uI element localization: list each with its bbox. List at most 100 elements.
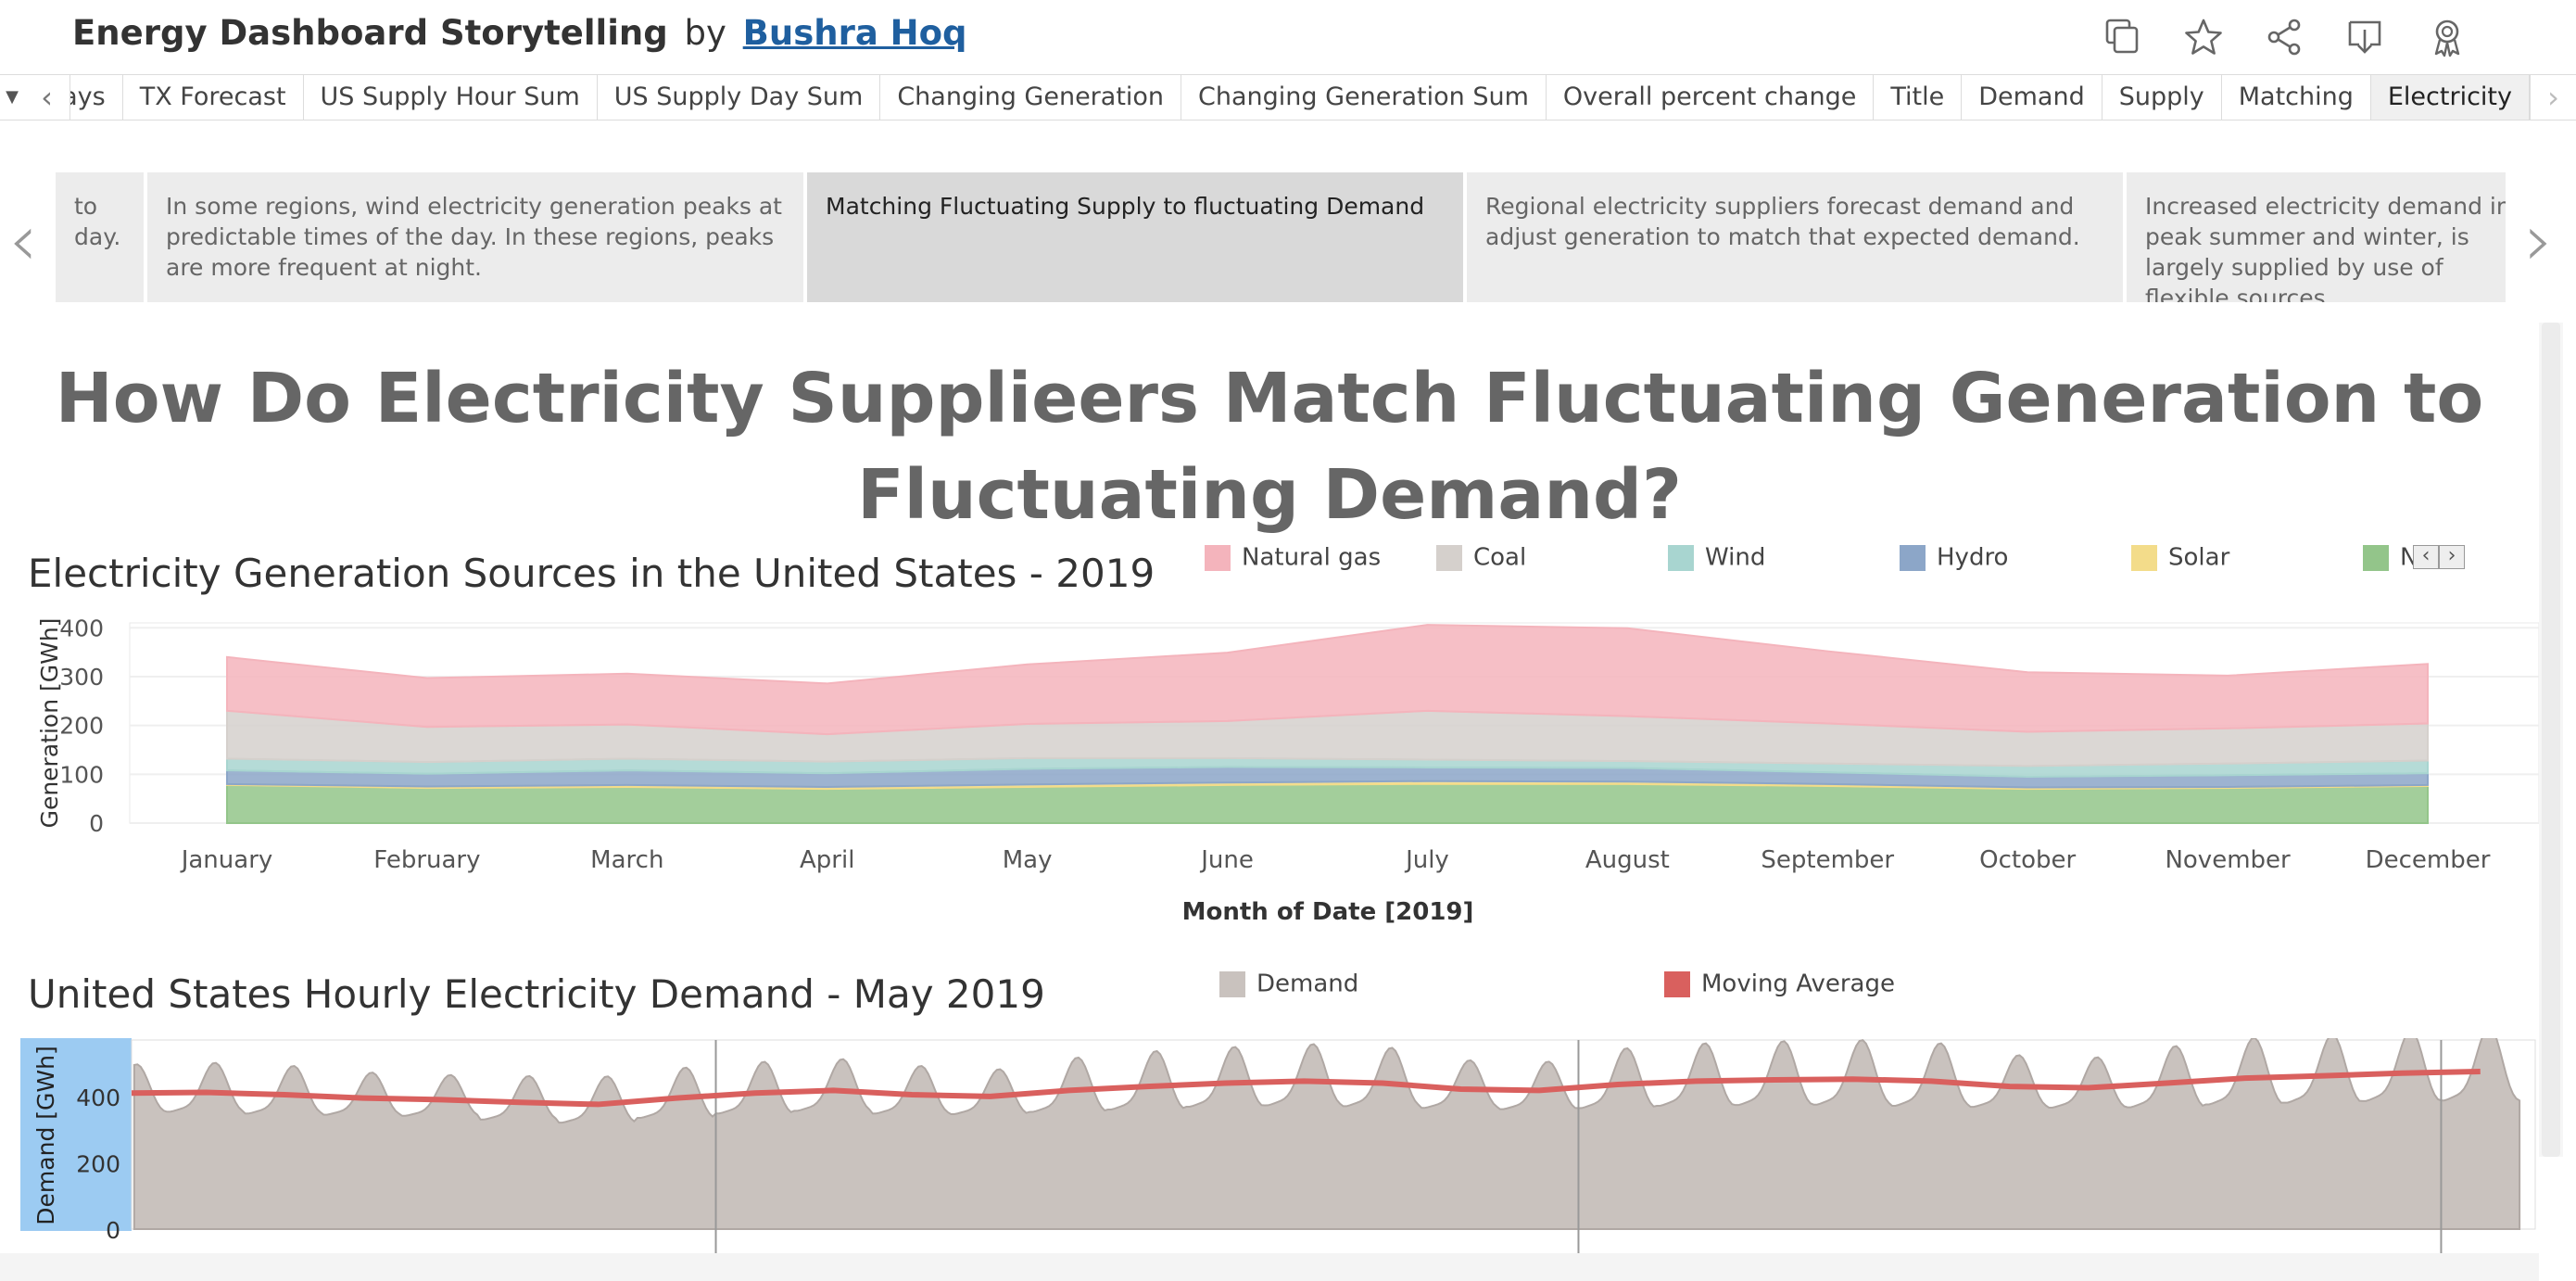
x-tick-label: January	[180, 846, 273, 874]
story-point[interactable]: In some regions, wind electricity genera…	[147, 172, 803, 302]
tab-hydro-days[interactable]: Hydro Days	[70, 75, 123, 120]
tab-scroll-left-icon[interactable]: ‹	[24, 75, 70, 120]
x-tick-label: July	[1404, 846, 1449, 874]
series-area-n	[226, 782, 2429, 824]
legend-swatch-nuclear	[2363, 544, 2389, 571]
legend-item-hydro[interactable]: Hydro	[1900, 543, 2008, 572]
legend-item-natural-gas[interactable]: Natural gas	[1205, 543, 1381, 572]
legend-item-moving-average[interactable]: Moving Average	[1664, 970, 1895, 998]
legend-next-icon[interactable]: ›	[2439, 545, 2465, 569]
legend-label: Hydro	[1937, 543, 2009, 572]
tab-demand[interactable]: Demand	[1962, 75, 2102, 120]
legend-item-wind[interactable]: Wind	[1668, 543, 1765, 572]
tab-title[interactable]: Title	[1874, 75, 1963, 120]
tab-changing-generation[interactable]: Changing Generation	[880, 75, 1182, 120]
x-axis-title: Month of Date [2019]	[1182, 898, 1474, 926]
story-point-text: Increased electricity demand in peak sum…	[2145, 193, 2506, 302]
x-tick-label: May	[1003, 846, 1053, 874]
y-tick-label: 0	[106, 1217, 120, 1244]
x-tick-label: September	[1761, 846, 1894, 874]
dashboard-heading: How Do Electricity Supplieers Match Fluc…	[55, 359, 2484, 535]
legend-swatch-demand	[1219, 970, 1245, 997]
legend-swatch-natural-gas	[1205, 544, 1231, 571]
legend-label: Natural gas	[1242, 543, 1382, 572]
vertical-scrollbar[interactable]	[2539, 323, 2563, 1157]
legend-label: Solar	[2168, 543, 2230, 572]
author-link[interactable]: Bushra Hoq	[743, 13, 967, 53]
demand-area-chart[interactable]: 0 200 400 Demand [GWh]	[0, 1038, 2539, 1253]
y-tick-label: 300	[59, 664, 104, 691]
legend-label: Moving Average	[1701, 970, 1895, 998]
legend-label: Demand	[1256, 970, 1359, 998]
y-tick-label: 400	[59, 615, 104, 641]
story-navigator: ‹ to day. In some regions, wind electric…	[0, 120, 2576, 317]
x-tick-label: December	[2366, 846, 2491, 874]
tab-overall-percent-change[interactable]: Overall percent change	[1547, 75, 1875, 120]
tab-matching[interactable]: Matching	[2222, 75, 2371, 120]
sheet-tab-strip: ▼ ‹ dro MonthsHydro DaysTX ForecastUS Su…	[0, 74, 2576, 120]
viz-header: Energy Dashboard Storytelling by Bushra …	[0, 0, 2576, 72]
legend-item-solar[interactable]: Solar	[2131, 543, 2229, 572]
legend-swatch-hydro	[1900, 544, 1926, 571]
legend-swatch-moving-average	[1664, 970, 1690, 997]
x-tick-label: November	[2165, 846, 2291, 874]
legend-item-coal[interactable]: Coal	[1436, 543, 1526, 572]
share-icon[interactable]	[2264, 17, 2305, 57]
vertical-scrollbar-thumb[interactable]	[2542, 323, 2560, 1157]
by-label: by	[684, 13, 726, 53]
y-axis-title: Demand [GWh]	[32, 1046, 59, 1224]
x-tick-label: April	[800, 846, 854, 874]
tab-electricity[interactable]: Electricity	[2370, 75, 2530, 120]
x-tick-label: October	[1979, 846, 2076, 874]
x-tick-label: February	[373, 846, 480, 874]
legend-label: Coal	[1473, 543, 1527, 572]
y-tick-label: 100	[59, 761, 104, 788]
tab-changing-generation-sum[interactable]: Changing Generation Sum	[1181, 75, 1547, 120]
legend-item-demand[interactable]: Demand	[1219, 970, 1358, 998]
legend-swatch-solar	[2131, 544, 2157, 571]
x-tick-label: August	[1585, 846, 1670, 874]
tab-tx-forecast[interactable]: TX Forecast	[123, 75, 304, 120]
story-point-text: In some regions, wind electricity genera…	[166, 193, 782, 281]
horizontal-scrollbar[interactable]	[0, 1253, 2539, 1281]
tab-us-supply-hour-sum[interactable]: US Supply Hour Sum	[304, 75, 598, 120]
tabs-row: dro MonthsHydro DaysTX ForecastUS Supply…	[70, 75, 2530, 120]
demand-chart-title: United States Hourly Electricity Demand …	[28, 971, 1045, 1017]
legend-label: Wind	[1705, 543, 1766, 572]
x-tick-label: March	[590, 846, 663, 874]
viz-title-line: Energy Dashboard Storytelling by Bushra …	[72, 13, 967, 53]
story-point-active[interactable]: Matching Fluctuating Supply to fluctuati…	[807, 172, 1463, 302]
story-point[interactable]: to day.	[56, 172, 144, 302]
duplicate-icon[interactable]	[2102, 17, 2142, 57]
tab-us-supply-day-sum[interactable]: US Supply Day Sum	[598, 75, 881, 120]
legend-swatch-wind	[1668, 544, 1694, 571]
star-icon[interactable]	[2183, 17, 2224, 57]
story-point-text: Regional electricity suppliers forecast …	[1485, 193, 2080, 250]
story-point-text: to day.	[74, 193, 121, 250]
tab-scroll-right-icon[interactable]: ›	[2530, 75, 2576, 120]
y-axis-title: Generation [GWh]	[36, 618, 63, 829]
viz-title: Energy Dashboard Storytelling	[72, 13, 668, 53]
download-icon[interactable]	[2344, 17, 2385, 57]
generation-chart-title: Electricity Generation Sources in the Un…	[28, 551, 1155, 596]
tab-supply[interactable]: Supply	[2102, 75, 2222, 120]
legend-item-nuclear[interactable]: N	[2363, 543, 2418, 572]
x-tick-label: June	[1199, 846, 1254, 874]
story-point[interactable]: Regional electricity suppliers forecast …	[1467, 172, 2123, 302]
story-point-text: Matching Fluctuating Supply to fluctuati…	[826, 193, 1425, 220]
story-next-icon[interactable]: ›	[2516, 205, 2562, 283]
y-tick-label: 0	[89, 810, 104, 837]
legend-swatch-coal	[1436, 544, 1462, 571]
story-point[interactable]: Increased electricity demand in peak sum…	[2127, 172, 2506, 302]
y-tick-label: 200	[76, 1150, 120, 1177]
tab-menu-caret-icon[interactable]: ▼	[0, 75, 24, 120]
legend-prev-icon[interactable]: ‹	[2413, 545, 2439, 569]
y-tick-label: 400	[76, 1084, 120, 1111]
generation-area-chart[interactable]: 0 100 200 300 400 January February March April Ma…	[0, 614, 2539, 929]
tabs-viewport: dro MonthsHydro DaysTX ForecastUS Supply…	[70, 75, 2530, 120]
y-tick-label: 200	[59, 713, 104, 740]
story-points-track: to day. In some regions, wind electricit…	[56, 172, 2506, 302]
metrics-icon[interactable]	[2427, 17, 2468, 57]
story-prev-icon[interactable]: ‹	[0, 205, 46, 283]
dashboard-area: How Do Electricity Supplieers Match Fluc…	[0, 317, 2539, 1253]
